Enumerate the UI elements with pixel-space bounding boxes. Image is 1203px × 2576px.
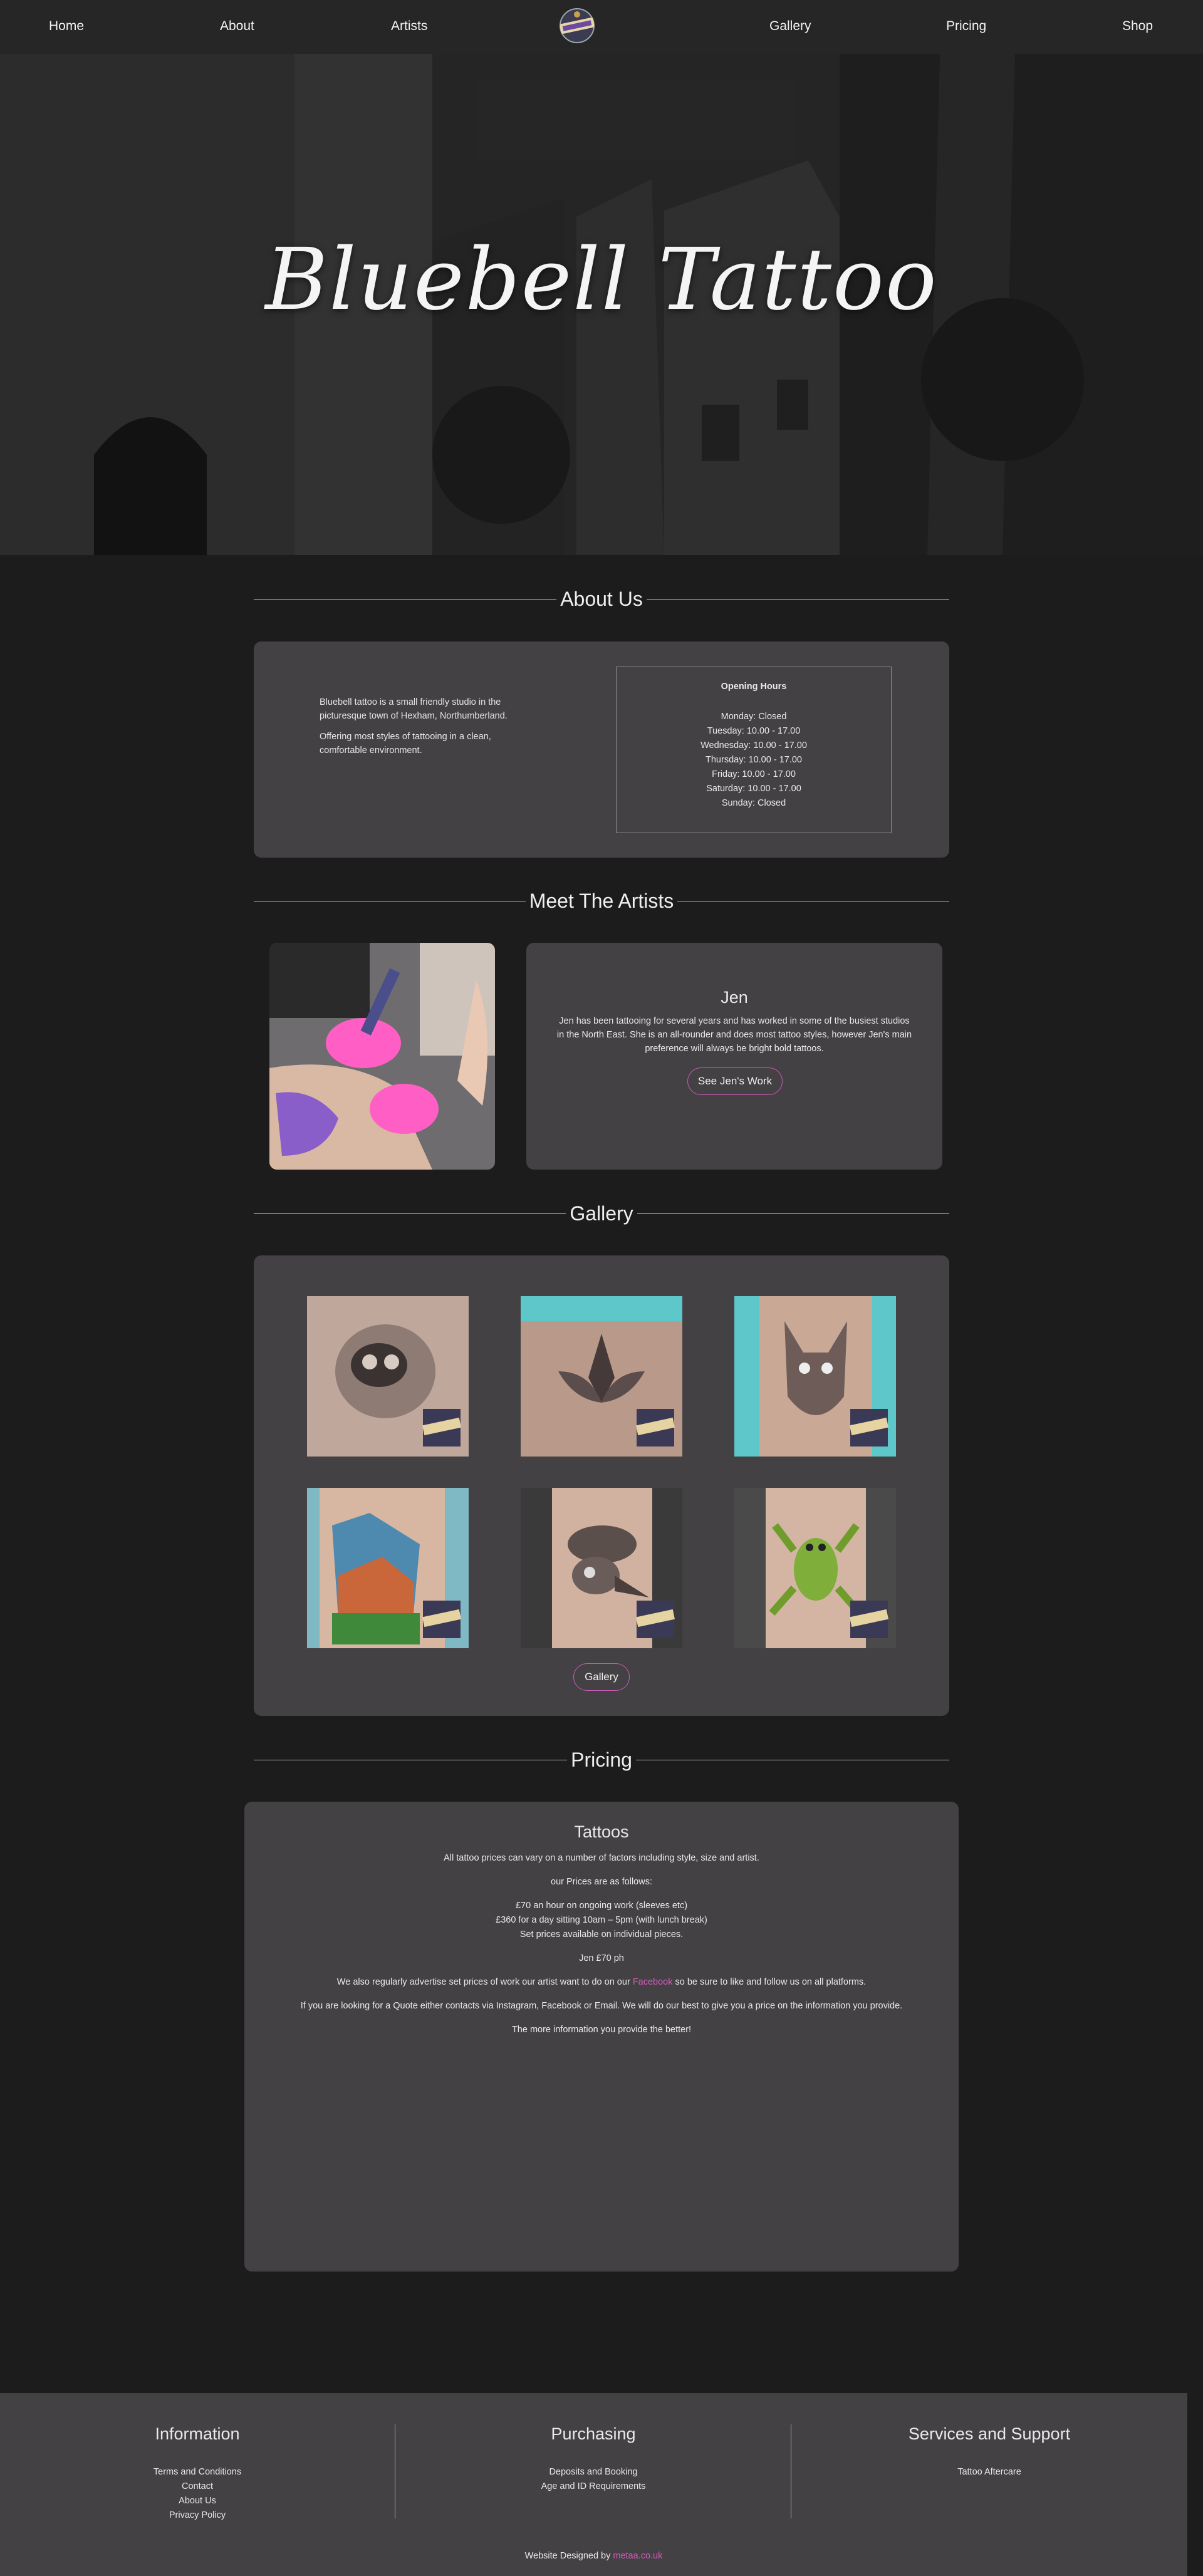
pricing-as-follows: our Prices are as follows: [551,1877,652,1887]
about-card: Bluebell tattoo is a small friendly stud… [254,641,949,858]
footer-link-aftercare[interactable]: Tattoo Aftercare [792,2465,1187,2480]
hours-row: Tuesday: 10.00 - 17.00 [707,726,801,736]
pricing-list-item: £70 an hour on ongoing work (sleeves etc… [515,1901,688,1911]
designer-link[interactable]: metaa.co.uk [613,2551,662,2561]
hours-row: Thursday: 10.00 - 17.00 [706,755,802,765]
pricing-card: Tattoos All tattoo prices can vary on a … [244,1802,959,2272]
nav-pricing[interactable]: Pricing [946,19,986,34]
pricing-title: Tattoos [574,1822,629,1841]
footer-support-heading: Services and Support [908,2424,1071,2443]
gallery-image-plague-doctor[interactable] [521,1488,682,1648]
pricing-more-info: The more information you provide the bet… [511,2025,692,2035]
hero-title: Bluebell Tattoo [265,231,938,330]
about-text: Bluebell tattoo is a small friendly stud… [320,695,526,764]
pricing-advertise-text-end: so be sure to like and follow us on all … [672,1977,867,1987]
footer-link-terms[interactable]: Terms and Conditions [0,2465,395,2480]
nav-artists[interactable]: Artists [391,19,427,34]
gallery-image-landscape[interactable] [307,1488,469,1648]
about-heading-text: About Us [556,588,647,610]
opening-hours-title: Opening Hours [721,682,787,692]
footer-link-contact[interactable]: Contact [0,2480,395,2494]
gallery-heading: Gallery [254,1201,949,1226]
gallery-button[interactable]: Gallery [573,1663,630,1691]
nav-shop[interactable]: Shop [1122,19,1153,34]
about-heading: About Us [254,586,949,611]
gallery-image-frog[interactable] [734,1488,896,1648]
nav-home[interactable]: Home [49,19,84,34]
studio-logo[interactable] [556,5,598,46]
see-jens-work-button[interactable]: See Jen's Work [687,1067,783,1095]
nav-gallery[interactable]: Gallery [769,19,811,34]
footer-purchasing: Purchasing Deposits and Booking Age and … [396,2424,791,2494]
top-nav: Home About Artists Gallery Pricing Shop [0,0,1203,54]
artists-heading-text: Meet The Artists [525,890,678,912]
artist-tattooing-image [269,943,495,1170]
footer-purchasing-heading: Purchasing [551,2424,636,2443]
gallery-heading-text: Gallery [566,1202,637,1225]
pricing-advertise: We also regularly advertise set prices o… [244,1977,959,1987]
nav-about[interactable]: About [220,19,254,34]
footer-credit: Website Designed by metaa.co.uk [0,2551,1187,2561]
artist-photo [269,943,495,1170]
pricing-list-item: Set prices available on individual piece… [519,1929,684,1940]
footer-link-about[interactable]: About Us [0,2494,395,2508]
artist-description: Jen has been tattooing for several years… [556,1016,912,1054]
pricing-intro: All tattoo prices can vary on a number o… [444,1853,759,1863]
footer: Information Terms and Conditions Contact… [0,2393,1187,2576]
gallery-image-cat[interactable] [734,1296,896,1457]
hours-row: Wednesday: 10.00 - 17.00 [700,740,807,750]
artist-name: Jen [721,988,748,1007]
pricing-jen-rate: Jen £70 ph [579,1953,624,1963]
gallery-image-skull[interactable] [307,1296,469,1457]
hero-banner: Bluebell Tattoo [0,54,1203,555]
gallery-image-lotus[interactable] [521,1296,682,1457]
artists-heading: Meet The Artists [254,888,949,913]
pricing-heading: Pricing [254,1747,949,1772]
hours-row: Sunday: Closed [721,798,786,808]
pricing-heading-text: Pricing [567,1748,636,1771]
footer-link-age-id[interactable]: Age and ID Requirements [396,2480,791,2494]
pricing-list-item: £360 for a day sitting 10am – 5pm (with … [496,1915,707,1925]
pricing-quote: If you are looking for a Quote either co… [300,2001,903,2011]
about-paragraph: Offering most styles of tattooing in a c… [320,732,491,756]
footer-information-heading: Information [155,2424,240,2443]
footer-link-deposits[interactable]: Deposits and Booking [396,2465,791,2480]
footer-support: Services and Support Tattoo Aftercare [792,2424,1187,2480]
gallery-card: Gallery [254,1255,949,1716]
hours-row: Saturday: 10.00 - 17.00 [706,784,801,794]
artist-card: Jen Jen has been tattooing for several y… [526,943,942,1170]
footer-information: Information Terms and Conditions Contact… [0,2424,395,2523]
facebook-link[interactable]: Facebook [633,1977,673,1987]
opening-hours-box: Opening Hours Monday: Closed Tuesday: 10… [616,667,892,833]
about-paragraph: Bluebell tattoo is a small friendly stud… [320,697,508,721]
footer-credit-text: Website Designed by [524,2551,613,2561]
footer-link-privacy[interactable]: Privacy Policy [0,2508,395,2523]
pricing-advertise-text: We also regularly advertise set prices o… [336,1977,633,1987]
hours-row: Monday: Closed [721,712,787,722]
hours-row: Friday: 10.00 - 17.00 [712,769,796,779]
